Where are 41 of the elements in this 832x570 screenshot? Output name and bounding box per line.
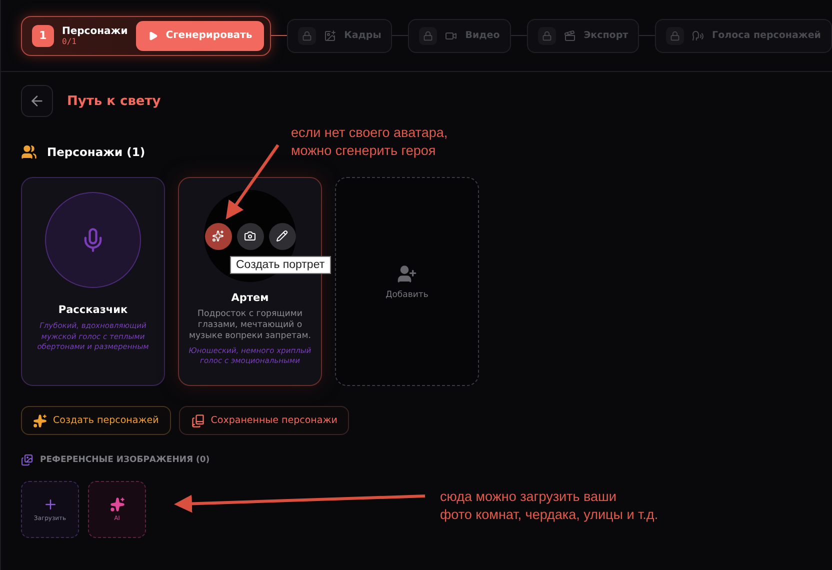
camera-icon bbox=[244, 230, 256, 242]
lock-icon bbox=[302, 30, 312, 40]
add-character-card[interactable]: Добавить bbox=[335, 177, 479, 386]
create-characters-button[interactable]: Создать персонажей bbox=[21, 406, 171, 435]
play-icon bbox=[148, 30, 158, 40]
avatar-action-button[interactable] bbox=[236, 222, 264, 250]
annotation-text: сюда можно загрузить ваши фото комнат, чердака, улицы и т.д. bbox=[440, 488, 660, 524]
lock-icon bbox=[670, 30, 680, 40]
user-plus-icon bbox=[397, 264, 417, 284]
step-progress: 0/1 bbox=[62, 36, 78, 46]
section-title: РЕФЕРЕНСНЫЕ ИЗОБРАЖЕНИЯ (0) bbox=[40, 455, 210, 465]
generate-button[interactable]: Сгенерировать bbox=[136, 20, 264, 50]
section-title: Персонажи (1) bbox=[47, 145, 146, 159]
step-icon bbox=[324, 30, 336, 42]
lock-icon bbox=[542, 30, 552, 40]
pencil-icon bbox=[276, 230, 288, 242]
project-title: Путь к свету bbox=[67, 94, 161, 108]
lock-icon bbox=[423, 30, 434, 40]
avatar-action-button[interactable] bbox=[204, 222, 232, 250]
images-icon bbox=[21, 454, 33, 466]
sparkles-icon bbox=[110, 497, 124, 512]
step-icon bbox=[692, 30, 704, 42]
sparkles-icon bbox=[212, 230, 224, 242]
active-step[interactable]: 1 Персонажи 0/1 Сгенерировать bbox=[21, 16, 272, 56]
avatar-action-button[interactable] bbox=[268, 222, 296, 250]
step-icon bbox=[564, 30, 576, 42]
plus-icon bbox=[42, 497, 58, 512]
books-icon bbox=[190, 414, 205, 428]
character-description: Подросток с горящими глазами, мечтающий о музыке вопреки запретам. bbox=[188, 309, 312, 343]
step-icon bbox=[445, 30, 458, 42]
tooltip: Создать портрет bbox=[230, 256, 331, 274]
step-number: 1 bbox=[32, 24, 54, 46]
character-name: Рассказчик bbox=[58, 304, 128, 316]
character-name: Артем bbox=[231, 292, 269, 304]
saved-characters-button[interactable]: Сохраненные персонажи bbox=[178, 406, 350, 435]
annotation-text: если нет своего аватара, можно сгенерить героя bbox=[291, 124, 449, 160]
people-icon bbox=[21, 144, 37, 160]
back-button[interactable] bbox=[21, 85, 53, 117]
add-label: Добавить bbox=[386, 290, 428, 300]
step-label: Персонажи bbox=[62, 26, 128, 36]
sparkles-icon bbox=[33, 414, 47, 428]
